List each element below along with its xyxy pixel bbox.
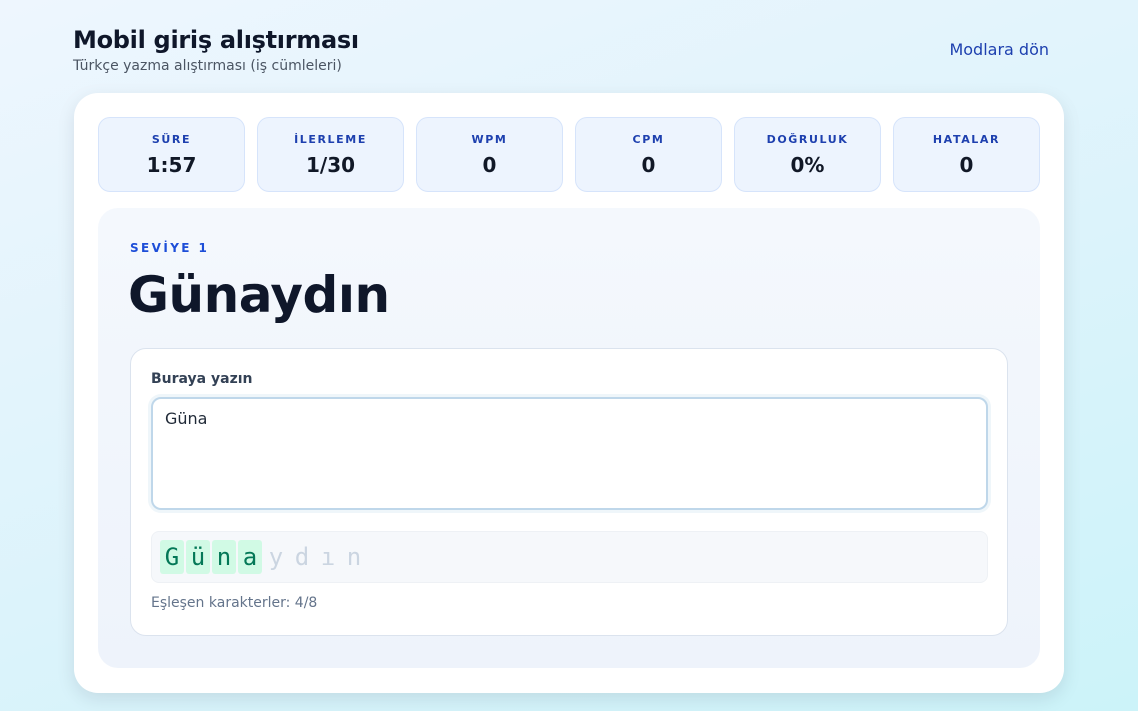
- char-correct: n: [212, 540, 236, 574]
- char-correct: ü: [186, 540, 210, 574]
- stat-label: WPM: [471, 132, 508, 146]
- stats-bar: SÜRE 1:57 İLERLEME 1/30 WPM 0 CPM 0 DOĞR…: [98, 117, 1040, 192]
- char-pending: y: [268, 543, 284, 571]
- char-pending: ı: [320, 543, 336, 571]
- input-label: Buraya yazın: [151, 371, 253, 387]
- input-section: Buraya yazın Güna Günaydın Eşleşen karak…: [130, 348, 1008, 636]
- stat-value: 0: [641, 152, 656, 177]
- stat-value: 0: [482, 152, 497, 177]
- level-label: SEVİYE 1: [130, 241, 210, 255]
- typing-input[interactable]: Güna: [151, 397, 988, 510]
- char-correct: a: [238, 540, 262, 574]
- stat-value: 1:57: [146, 152, 197, 177]
- stat-cpm: CPM 0: [575, 117, 722, 192]
- stat-progress: İLERLEME 1/30: [257, 117, 404, 192]
- character-preview: Günaydın: [151, 531, 988, 583]
- stat-label: SÜRE: [151, 132, 192, 146]
- target-phrase: Günaydın: [128, 266, 390, 324]
- practice-card: SÜRE 1:57 İLERLEME 1/30 WPM 0 CPM 0 DOĞR…: [74, 93, 1064, 693]
- stat-accuracy: DOĞRULUK 0%: [734, 117, 881, 192]
- page-subtitle: Türkçe yazma alıştırması (iş cümleleri): [73, 58, 342, 74]
- stat-label: İLERLEME: [294, 132, 367, 146]
- stat-value: 1/30: [305, 152, 356, 177]
- stat-label: DOĞRULUK: [766, 132, 849, 146]
- stat-value: 0: [959, 152, 974, 177]
- back-to-modes-link[interactable]: Modlara dön: [949, 40, 1049, 59]
- char-pending: n: [346, 543, 362, 571]
- stat-errors: HATALAR 0: [893, 117, 1040, 192]
- stat-label: CPM: [632, 132, 665, 146]
- match-count: Eşleşen karakterler: 4/8: [151, 595, 318, 611]
- stat-value: 0%: [790, 152, 825, 177]
- char-correct: G: [160, 540, 184, 574]
- stat-label: HATALAR: [932, 132, 1001, 146]
- stat-time: SÜRE 1:57: [98, 117, 245, 192]
- page-header: Mobil giriş alıştırması Türkçe yazma alı…: [73, 26, 359, 74]
- page-title: Mobil giriş alıştırması: [73, 26, 359, 54]
- exercise-panel: SEVİYE 1 Günaydın Buraya yazın Güna Güna…: [98, 208, 1040, 668]
- stat-wpm: WPM 0: [416, 117, 563, 192]
- char-pending: d: [294, 543, 310, 571]
